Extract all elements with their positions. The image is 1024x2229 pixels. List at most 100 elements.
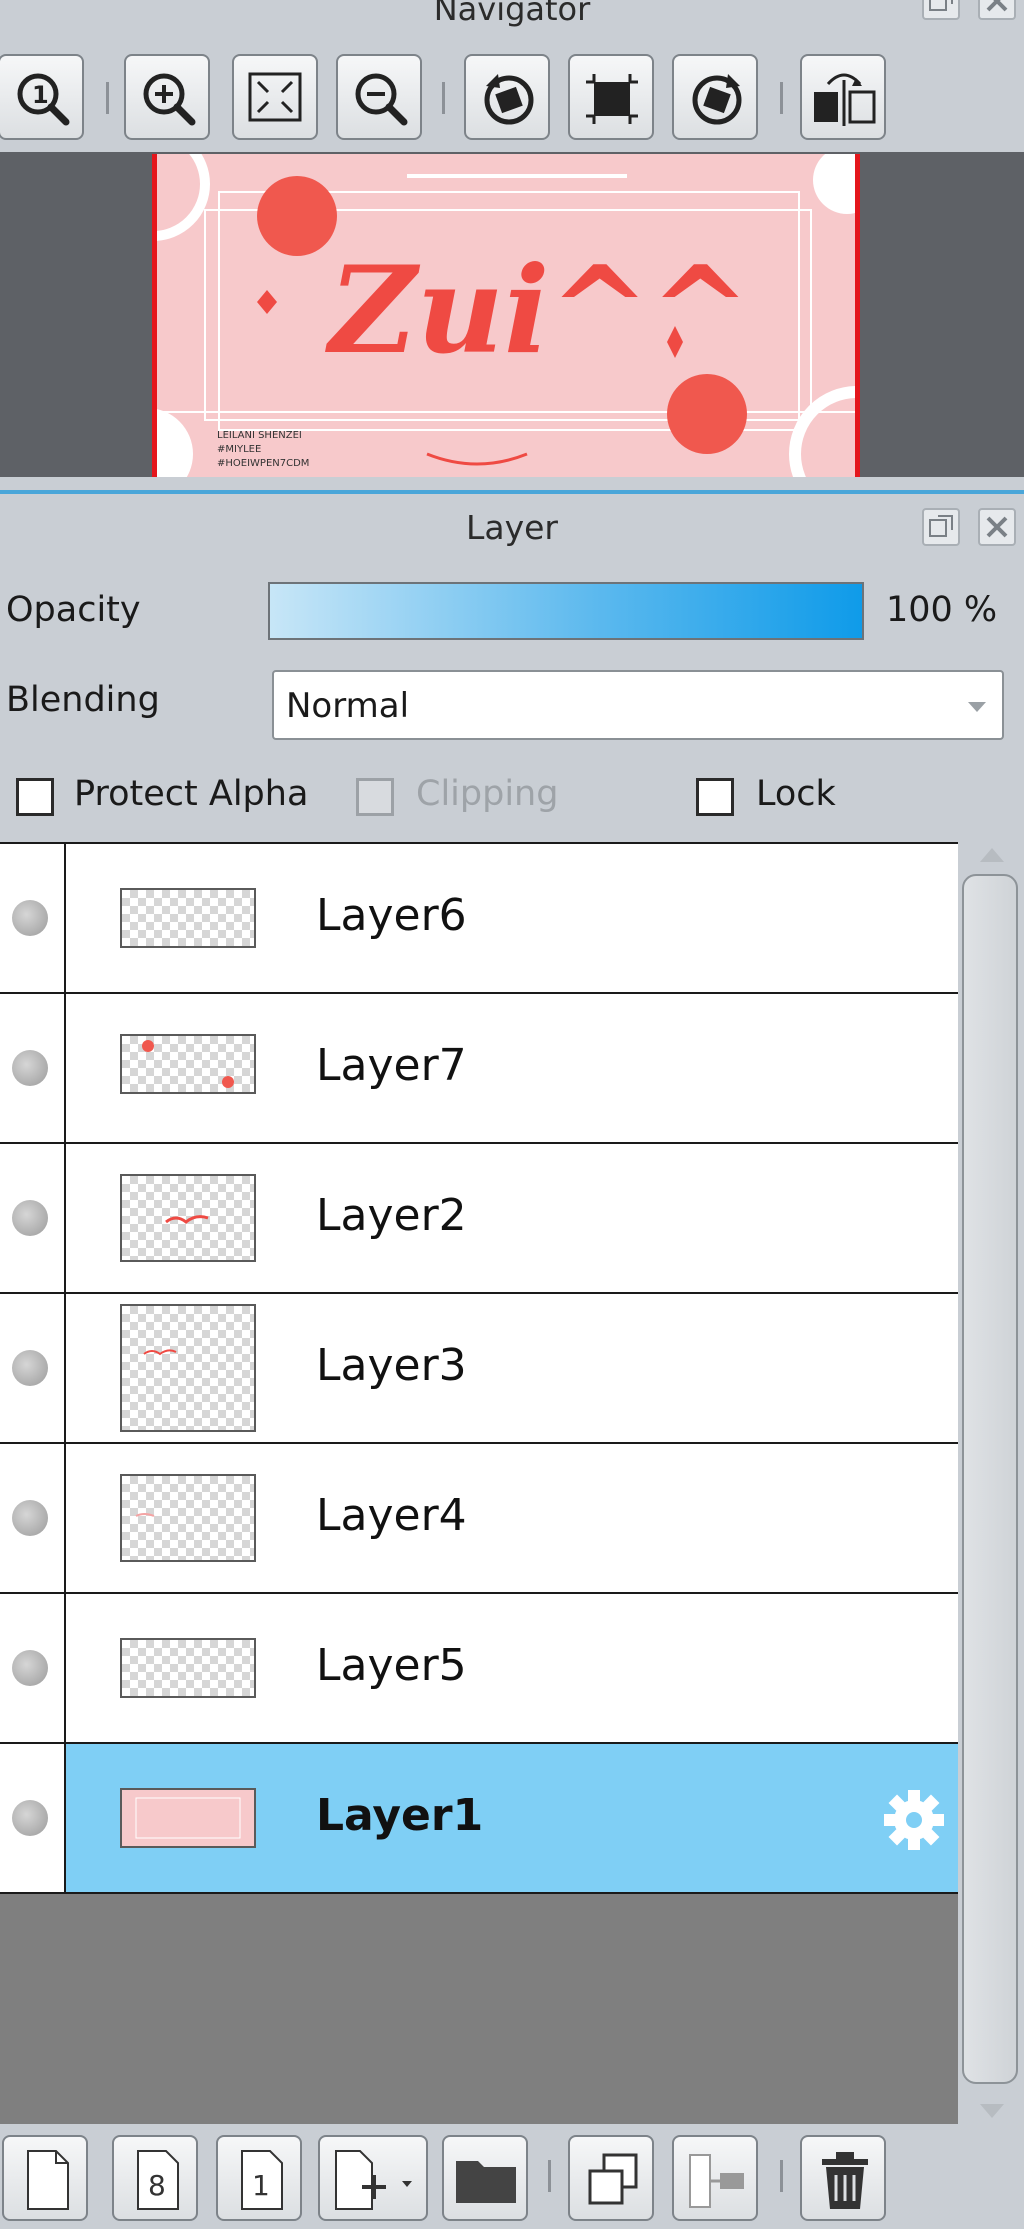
svg-text:1: 1 xyxy=(252,2169,270,2202)
new-8bit-layer-icon: 8 xyxy=(137,2150,179,2210)
lock-checkbox[interactable] xyxy=(696,778,734,816)
zoom-in-button[interactable] xyxy=(124,54,210,140)
new-layer-icon xyxy=(27,2150,69,2210)
visibility-icon xyxy=(12,1500,48,1536)
opacity-slider[interactable] xyxy=(268,582,864,640)
zoom-actual-icon: 1 xyxy=(17,73,70,126)
rotate-right-button[interactable] xyxy=(672,54,758,140)
new-1bit-layer-icon: 1 xyxy=(241,2150,283,2210)
toolbar-separator xyxy=(780,2160,783,2192)
layer-row-layer3[interactable]: Layer3 xyxy=(0,1294,958,1444)
chevron-down-icon xyxy=(968,702,986,712)
trash-icon xyxy=(822,2152,868,2209)
visibility-toggle[interactable] xyxy=(0,1294,66,1442)
layer-thumbnail xyxy=(120,1474,256,1562)
new-layer-button[interactable] xyxy=(2,2135,88,2221)
opacity-label: Opacity xyxy=(6,590,141,630)
blending-select[interactable]: Normal xyxy=(272,670,1004,740)
layer-list: Layer6 Layer7 Layer2 Layer3 Layer4 Layer… xyxy=(0,842,958,2124)
layer-list-scrollbar[interactable] xyxy=(958,842,1024,2124)
duplicate-layer-button[interactable] xyxy=(568,2135,654,2221)
fit-to-window-button[interactable] xyxy=(232,54,318,140)
blending-label: Blending xyxy=(6,680,160,720)
navigator-preview[interactable]: Zui^^ LEILANI SHENZEI #MIYLEE #HOEIWPEN7… xyxy=(0,152,1024,477)
rotate-left-icon xyxy=(484,74,534,125)
visibility-icon xyxy=(12,1200,48,1236)
duplicate-layer-icon xyxy=(588,2153,638,2205)
scroll-up-icon[interactable] xyxy=(980,848,1004,862)
detach-icon xyxy=(929,0,953,11)
new-8bit-layer-button[interactable]: 8 xyxy=(112,2135,198,2221)
navigator-title: Navigator xyxy=(433,0,591,28)
zoom-actual-button[interactable]: 1 xyxy=(0,54,84,140)
visibility-toggle[interactable] xyxy=(0,1744,66,1892)
clipping-checkbox[interactable] xyxy=(356,778,394,816)
detach-icon xyxy=(929,515,953,537)
visibility-toggle[interactable] xyxy=(0,1444,66,1592)
navigator-close-button[interactable] xyxy=(978,0,1016,20)
add-layer-menu-icon xyxy=(335,2150,412,2210)
toolbar-separator xyxy=(442,82,445,114)
protect-alpha-checkbox[interactable] xyxy=(16,778,54,816)
layer-name: Layer3 xyxy=(316,1340,467,1391)
opacity-value: 100 % xyxy=(886,590,998,630)
gear-icon[interactable] xyxy=(880,1786,948,1854)
preview-caption-3: #HOEIWPEN7CDM xyxy=(217,458,309,469)
merge-down-icon xyxy=(689,2154,744,2208)
visibility-toggle[interactable] xyxy=(0,994,66,1142)
close-icon xyxy=(986,516,1008,538)
layer-row-layer6[interactable]: Layer6 xyxy=(0,842,958,994)
visibility-icon xyxy=(12,1050,48,1086)
visibility-toggle[interactable] xyxy=(0,1144,66,1292)
visibility-toggle[interactable] xyxy=(0,844,66,992)
add-layer-menu-button[interactable] xyxy=(318,2135,428,2221)
preview-title-text: Zui^^ xyxy=(325,240,751,381)
layer-row-layer7[interactable]: Layer7 xyxy=(0,994,958,1144)
navigator-detach-button[interactable] xyxy=(922,0,960,20)
toolbar-separator xyxy=(548,2160,551,2192)
layer-thumbnail xyxy=(120,1638,256,1698)
visibility-icon xyxy=(12,1350,48,1386)
layer-titlebar: Layer xyxy=(0,494,1024,562)
reset-view-button[interactable] xyxy=(568,54,654,140)
visibility-icon xyxy=(12,1800,48,1836)
navigator-toolbar: 1 xyxy=(0,40,1024,152)
layer-close-button[interactable] xyxy=(978,508,1016,546)
canvas-thumbnail: Zui^^ LEILANI SHENZEI #MIYLEE #HOEIWPEN7… xyxy=(152,154,860,477)
layer-row-layer4[interactable]: Layer4 xyxy=(0,1444,958,1594)
layer-row-layer5[interactable]: Layer5 xyxy=(0,1594,958,1744)
zoom-in-icon xyxy=(143,73,196,126)
zoom-out-button[interactable] xyxy=(336,54,422,140)
layer-name: Layer7 xyxy=(316,1040,467,1091)
new-folder-button[interactable] xyxy=(442,2135,528,2221)
visibility-toggle[interactable] xyxy=(0,1594,66,1742)
layer-row-layer2[interactable]: Layer2 xyxy=(0,1144,958,1294)
visibility-icon xyxy=(12,900,48,936)
merge-down-button[interactable] xyxy=(672,2135,758,2221)
layer-properties: Opacity 100 % Blending Normal Protect Al… xyxy=(0,562,1024,842)
navigator-titlebar: Navigator xyxy=(0,0,1024,40)
zoom-out-icon xyxy=(355,73,408,126)
lock-label: Lock xyxy=(756,774,836,814)
layer-detach-button[interactable] xyxy=(922,508,960,546)
flip-horizontal-button[interactable] xyxy=(800,54,886,140)
preview-caption-1: LEILANI SHENZEI xyxy=(217,430,302,441)
close-icon xyxy=(986,0,1008,12)
artwork-preview-image: Zui^^ LEILANI SHENZEI #MIYLEE #HOEIWPEN7… xyxy=(157,154,855,477)
new-1bit-layer-button[interactable]: 1 xyxy=(216,2135,302,2221)
delete-layer-button[interactable] xyxy=(800,2135,886,2221)
fit-to-window-icon xyxy=(248,72,302,122)
layer-row-layer1[interactable]: Layer1 xyxy=(0,1744,958,1894)
layer-thumbnail xyxy=(120,1034,256,1094)
blending-value: Normal xyxy=(286,686,410,726)
scroll-down-icon[interactable] xyxy=(980,2104,1004,2118)
flip-horizontal-icon xyxy=(814,73,876,126)
layer-name: Layer5 xyxy=(316,1640,467,1691)
layer-toolbar: 8 1 xyxy=(0,2124,1024,2229)
layer-panel-title: Layer xyxy=(465,508,558,547)
protect-alpha-label: Protect Alpha xyxy=(74,774,309,814)
rotate-right-icon xyxy=(692,74,742,125)
scrollbar-thumb[interactable] xyxy=(962,874,1018,2084)
toolbar-separator xyxy=(780,82,783,114)
rotate-left-button[interactable] xyxy=(464,54,550,140)
